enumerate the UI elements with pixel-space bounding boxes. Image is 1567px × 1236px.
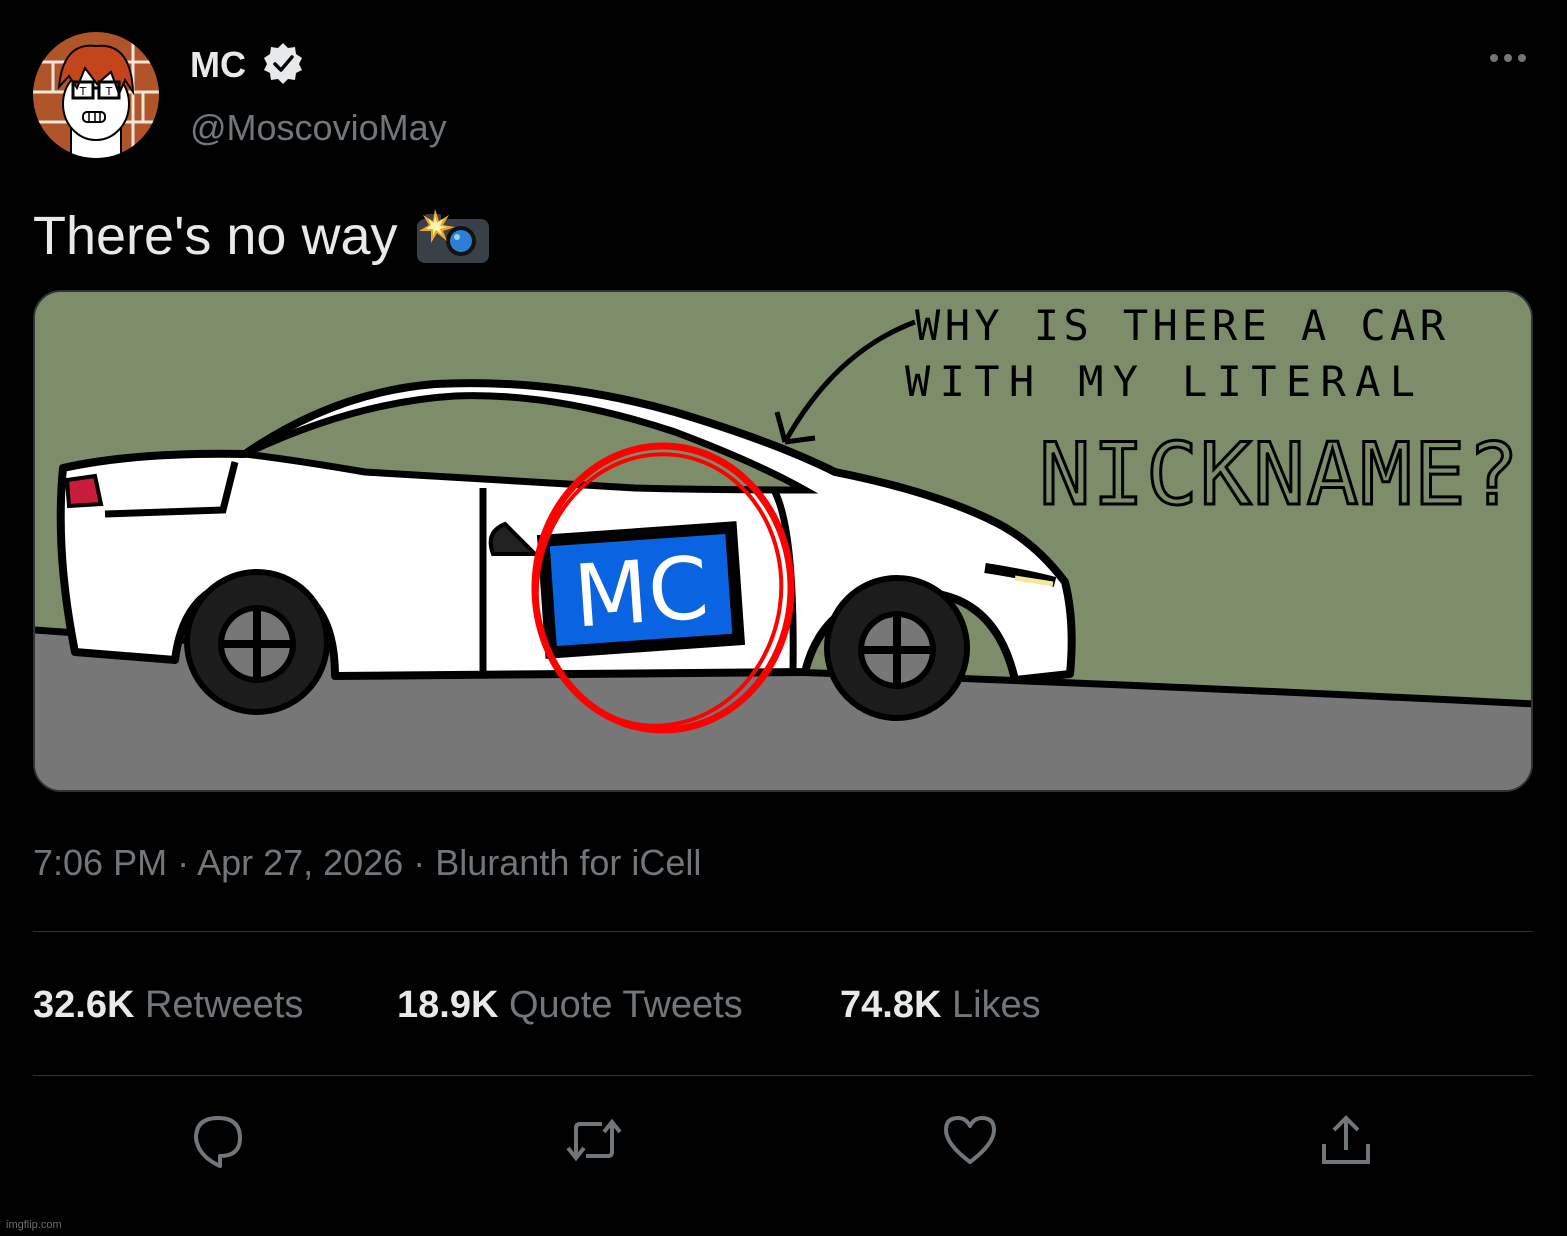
more-options-icon[interactable] — [1484, 40, 1532, 76]
retweets-stat[interactable]: 32.6K Retweets — [33, 984, 303, 1027]
display-name[interactable]: MC — [190, 44, 246, 86]
retweet-icon[interactable] — [564, 1110, 624, 1170]
quote-tweets-stat[interactable]: 18.9K Quote Tweets — [397, 984, 743, 1027]
retweets-label: Retweets — [144, 984, 304, 1026]
svg-text:T: T — [79, 85, 87, 98]
retweets-count: 32.6K — [33, 984, 135, 1026]
tweet-meta: 7:06 PM · Apr 27, 2026 · Bluranth for iC… — [33, 842, 701, 884]
divider — [33, 931, 1533, 932]
likes-stat[interactable]: 74.8K Likes — [840, 984, 1041, 1027]
avatar[interactable]: T T — [33, 32, 159, 158]
meta-separator: · — [403, 842, 436, 883]
tweet-date[interactable]: Apr 27, 2026 — [197, 842, 403, 883]
tweet-text-content: There's no way — [33, 206, 398, 266]
caption-line-2: WITH MY LITERAL — [905, 357, 1415, 406]
verified-badge-icon — [261, 41, 305, 85]
tweet-media-image[interactable]: MC WHY IS THERE A CAR WITH MY LITERAL NI… — [33, 290, 1533, 792]
meta-separator: · — [167, 842, 198, 883]
quote-tweets-count: 18.9K — [397, 984, 499, 1026]
quote-tweets-label: Quote Tweets — [508, 984, 743, 1026]
reply-icon[interactable] — [188, 1110, 248, 1170]
watermark: imgflip.com — [6, 1219, 62, 1231]
svg-text:T: T — [105, 85, 113, 98]
camera-flash-emoji-icon — [415, 207, 491, 265]
likes-count: 74.8K — [840, 984, 942, 1026]
share-icon[interactable] — [1316, 1110, 1376, 1170]
tweet-text: There's no way — [33, 205, 491, 267]
like-icon[interactable] — [940, 1110, 1000, 1170]
likes-label: Likes — [951, 984, 1041, 1026]
car-badge-text: MC — [571, 538, 712, 647]
divider — [33, 1075, 1533, 1076]
caption-line-3: NICKNAME? — [1039, 425, 1519, 525]
tweet-time[interactable]: 7:06 PM — [33, 842, 167, 883]
user-handle[interactable]: @MoscovioMay — [190, 107, 447, 149]
tweet-source[interactable]: Bluranth for iCell — [435, 842, 701, 883]
